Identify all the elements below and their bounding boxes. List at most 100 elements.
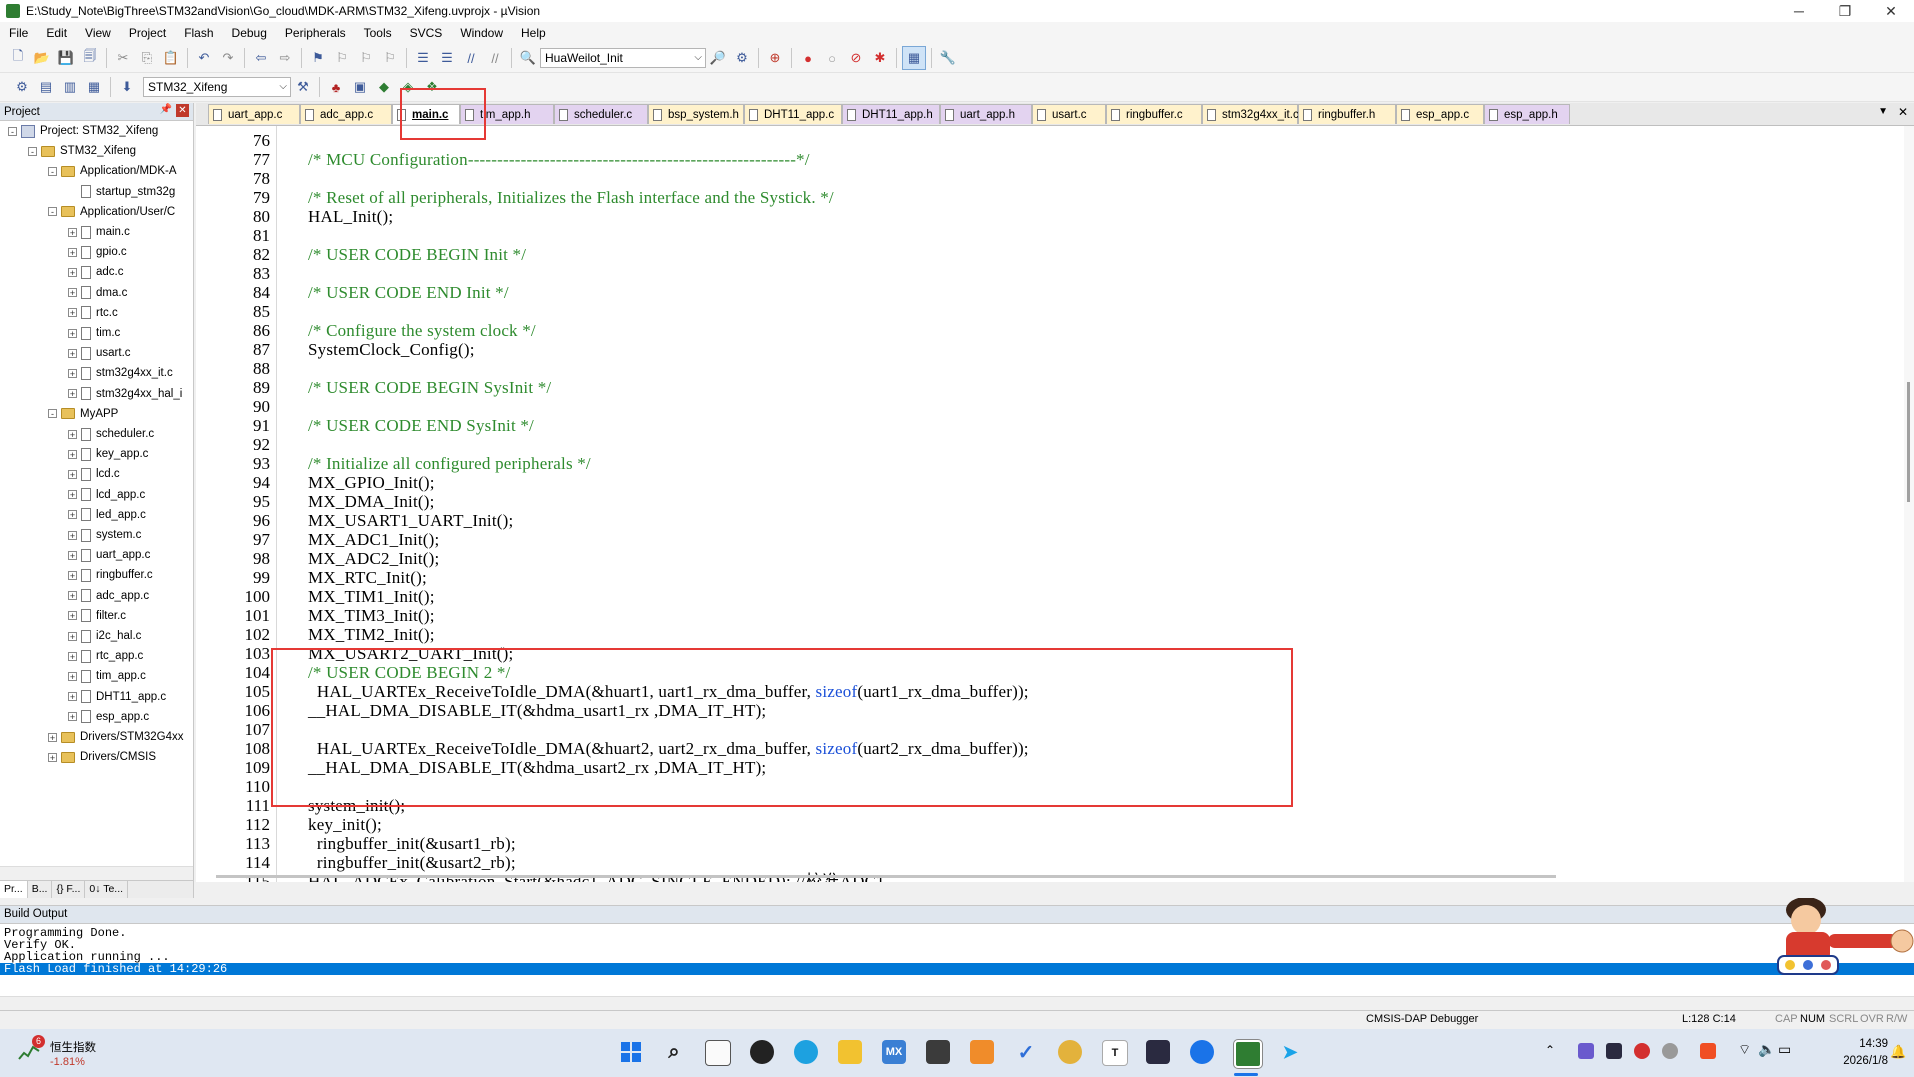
expand-icon[interactable]: + xyxy=(68,449,77,459)
edge-browser-icon[interactable] xyxy=(794,1040,818,1064)
expand-icon[interactable]: + xyxy=(68,368,77,378)
expand-icon[interactable]: + xyxy=(68,510,77,520)
expand-icon[interactable]: + xyxy=(68,530,77,540)
menu-edit[interactable]: Edit xyxy=(37,22,76,44)
tree-item[interactable]: + gpio.c xyxy=(68,242,127,262)
cut-icon[interactable]: ✂ xyxy=(112,47,134,69)
expand-icon[interactable]: + xyxy=(68,288,77,298)
code-line[interactable]: /* USER CODE BEGIN Init */ xyxy=(308,245,526,264)
tree-item[interactable]: + lcd.c xyxy=(68,464,120,484)
project-bottom-tab[interactable]: {} F... xyxy=(52,881,86,898)
tree-item[interactable]: + adc_app.c xyxy=(68,586,149,606)
menu-view[interactable]: View xyxy=(76,22,120,44)
manage-runtime-icon[interactable]: ❖ xyxy=(421,76,443,98)
navigate-back-icon[interactable]: ⇦ xyxy=(250,47,272,69)
code-line[interactable]: MX_TIM2_Init(); xyxy=(308,625,435,644)
task-view-icon[interactable] xyxy=(705,1040,731,1066)
code-line[interactable]: /* USER CODE BEGIN 2 */ xyxy=(308,663,510,682)
menu-tools[interactable]: Tools xyxy=(355,22,401,44)
editor-tab[interactable]: scheduler.c xyxy=(554,104,648,124)
pin-icon[interactable]: 📌 xyxy=(160,104,172,117)
notification-bell-icon[interactable]: 🔔 xyxy=(1890,1044,1906,1060)
tree-item[interactable]: + usart.c xyxy=(68,343,131,363)
tray-search-icon[interactable] xyxy=(1634,1043,1650,1059)
kill-breakpoints-icon[interactable]: ✱ xyxy=(869,47,891,69)
expand-icon[interactable]: + xyxy=(68,591,77,601)
expand-icon[interactable]: + xyxy=(68,631,77,641)
menu-peripherals[interactable]: Peripherals xyxy=(276,22,355,44)
file-explorer-icon[interactable] xyxy=(838,1040,862,1064)
tray-app-icon[interactable] xyxy=(1578,1043,1594,1059)
tree-item[interactable]: + Drivers/CMSIS xyxy=(48,747,156,767)
batch-build-icon[interactable]: ▦ xyxy=(83,76,105,98)
widget-title[interactable]: 恒生指数 xyxy=(50,1039,96,1055)
expand-icon[interactable]: + xyxy=(68,469,77,479)
new-file-icon[interactable]: 🗋 xyxy=(7,47,29,69)
expand-icon[interactable]: + xyxy=(68,550,77,560)
tree-item[interactable]: + uart_app.c xyxy=(68,545,150,565)
target-options-icon[interactable]: ⚒ xyxy=(292,76,314,98)
code-line[interactable]: MX_USART2_UART_Init(); xyxy=(308,644,513,663)
menu-debug[interactable]: Debug xyxy=(223,22,276,44)
paste-icon[interactable]: 📋 xyxy=(160,47,182,69)
editor-tab[interactable]: tim_app.h xyxy=(460,104,554,124)
code-line[interactable]: HAL_UARTEx_ReceiveToIdle_DMA(&huart1, ua… xyxy=(308,682,1029,701)
expand-icon[interactable]: + xyxy=(68,328,77,338)
eye-app-icon[interactable] xyxy=(1190,1040,1214,1064)
code-line[interactable]: MX_DMA_Init(); xyxy=(308,492,435,511)
tray-settings-icon[interactable] xyxy=(1662,1043,1678,1059)
insert-breakpoint-icon[interactable]: ● xyxy=(797,47,819,69)
tab-list-dropdown-icon[interactable]: ▼ xyxy=(1878,106,1888,117)
expand-icon[interactable]: + xyxy=(68,227,77,237)
tree-item[interactable]: + scheduler.c xyxy=(68,424,154,444)
tree-item[interactable]: - Application/MDK-A xyxy=(48,161,177,181)
code-line[interactable]: /* USER CODE END Init */ xyxy=(308,283,509,302)
expand-icon[interactable]: + xyxy=(68,348,77,358)
code-line[interactable]: HAL_Init(); xyxy=(308,207,393,226)
expand-icon[interactable]: + xyxy=(48,752,57,762)
find-combo[interactable]: HuaWeilot_Init ⌵ xyxy=(540,48,706,68)
stm32cubemx-icon[interactable]: MX xyxy=(882,1040,906,1064)
copy-icon[interactable]: ⎘ xyxy=(136,47,158,69)
expand-icon[interactable]: + xyxy=(68,692,77,702)
search-icon[interactable]: ⌕ xyxy=(662,1040,686,1064)
code-editor[interactable]: 76 77 78 79 80 81 82 83 84 85 86 87 88 89 90 91 92 93 94 95… xyxy=(196,126,1914,882)
tray-overflow-icon[interactable]: ⌃ xyxy=(1545,1043,1555,1057)
code-line[interactable]: MX_TIM3_Init(); xyxy=(308,606,435,625)
tree-item[interactable]: - Application/User/C xyxy=(48,202,175,222)
code-line[interactable]: __HAL_DMA_DISABLE_IT(&hdma_usart1_rx ,DM… xyxy=(308,701,766,720)
project-bottom-tab[interactable]: B... xyxy=(28,881,53,898)
collapse-icon[interactable]: - xyxy=(8,126,17,136)
editor-tab[interactable]: uart_app.h xyxy=(940,104,1032,124)
expand-icon[interactable]: + xyxy=(68,308,77,318)
tree-item[interactable]: + DHT11_app.c xyxy=(68,687,166,707)
editor-tab[interactable]: usart.c xyxy=(1032,104,1106,124)
editor-vertical-scrollbar[interactable] xyxy=(1904,126,1914,882)
expand-icon[interactable]: + xyxy=(68,247,77,257)
clock-time[interactable]: 14:39 xyxy=(1836,1038,1888,1050)
editor-tab[interactable]: main.c xyxy=(392,104,460,124)
editor-tab[interactable]: stm32g4xx_it.c xyxy=(1202,104,1299,124)
uvision-taskbar-icon[interactable] xyxy=(1234,1040,1262,1068)
editor-tab[interactable]: uart_app.c xyxy=(208,104,300,124)
tree-item[interactable]: + i2c_hal.c xyxy=(68,626,141,646)
volume-icon[interactable]: 🔈 xyxy=(1758,1041,1775,1058)
tree-item[interactable]: - STM32_Xifeng xyxy=(28,141,136,161)
tree-item[interactable]: + led_app.c xyxy=(68,505,146,525)
chevron-down-icon[interactable]: ⌵ xyxy=(694,52,702,63)
expand-icon[interactable]: + xyxy=(68,712,77,722)
editor-tab[interactable]: DHT11_app.h xyxy=(842,104,940,124)
code-line[interactable]: MX_USART1_UART_Init(); xyxy=(308,511,513,530)
redo-icon[interactable]: ↷ xyxy=(217,47,239,69)
menu-help[interactable]: Help xyxy=(512,22,555,44)
tree-item[interactable]: + tim.c xyxy=(68,323,120,343)
editor-tab[interactable]: adc_app.c xyxy=(300,104,392,124)
code-line[interactable]: SystemClock_Config(); xyxy=(308,340,475,359)
code-line[interactable]: __HAL_DMA_DISABLE_IT(&hdma_usart2_rx ,DM… xyxy=(308,758,766,777)
enable-breakpoint-icon[interactable]: ○ xyxy=(821,47,843,69)
code-line[interactable]: /* USER CODE END SysInit */ xyxy=(308,416,534,435)
tree-item[interactable]: + tim_app.c xyxy=(68,666,146,686)
file-extensions-icon[interactable]: ▣ xyxy=(349,76,371,98)
uncomment-icon[interactable]: // xyxy=(484,47,506,69)
expand-icon[interactable]: + xyxy=(68,429,77,439)
